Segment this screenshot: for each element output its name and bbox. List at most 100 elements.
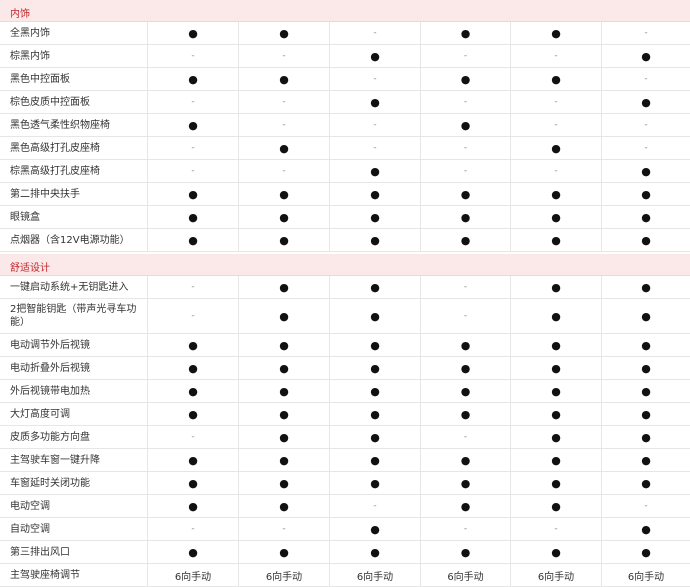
standard-dot-icon: ● (551, 72, 561, 86)
standard-dot-icon: ● (641, 210, 651, 224)
table-cell: ● (330, 229, 421, 251)
table-cell: ● (330, 45, 421, 67)
not-available-dash: - (644, 143, 648, 153)
table-cell: - (148, 426, 239, 448)
table-cell: ● (239, 137, 330, 159)
table-cell: ● (602, 299, 690, 333)
table-cell: ● (239, 426, 330, 448)
table-cell: ● (602, 276, 690, 298)
row-label: 第三排出风口 (0, 541, 148, 563)
row-label: 大灯高度可调 (0, 403, 148, 425)
table-cell: 6向手动 (511, 564, 602, 586)
standard-dot-icon: ● (551, 187, 561, 201)
row-label: 棕黑高级打孔皮座椅 (0, 160, 148, 182)
standard-dot-icon: ● (370, 49, 380, 63)
standard-dot-icon: ● (460, 210, 471, 224)
table-cell: ● (239, 68, 330, 90)
table-row: 棕黑高级打孔皮座椅 - - ● - - ● (0, 160, 690, 183)
not-available-dash: - (644, 74, 648, 84)
not-available-dash: - (191, 524, 195, 534)
table-cell: ● (511, 403, 602, 425)
table-cell: ● (239, 229, 330, 251)
table-cell: ● (421, 357, 511, 379)
section-header: 内饰 (0, 0, 690, 22)
table-cell: - (330, 68, 421, 90)
table-cell: - (421, 518, 511, 540)
not-available-dash: - (463, 51, 468, 61)
table-cell: - (602, 114, 690, 136)
table-cell: - (602, 68, 690, 90)
table-cell: ● (148, 472, 239, 494)
table-cell: ● (602, 357, 690, 379)
not-available-dash: - (463, 97, 468, 107)
table-cell: - (421, 299, 511, 333)
not-available-dash: - (644, 120, 648, 130)
not-available-dash: - (554, 97, 558, 107)
table-cell: ● (511, 276, 602, 298)
standard-dot-icon: ● (551, 430, 561, 444)
standard-dot-icon: ● (279, 545, 289, 559)
table-cell: ● (602, 472, 690, 494)
standard-dot-icon: ● (279, 453, 289, 467)
standard-dot-icon: ● (188, 72, 198, 86)
not-available-dash: - (282, 166, 286, 176)
not-available-dash: - (191, 166, 195, 176)
table-row: 全黑内饰 ● ● - ● ● - (0, 22, 690, 45)
table-cell: ● (330, 276, 421, 298)
standard-dot-icon: ● (279, 384, 289, 398)
table-row: 主驾驶座椅调节 6向手动 6向手动 6向手动 6向手动 6向手动 6向手动 (0, 564, 690, 587)
standard-dot-icon: ● (370, 187, 380, 201)
table-cell: - (421, 137, 511, 159)
standard-dot-icon: ● (551, 545, 561, 559)
not-available-dash: - (191, 311, 195, 321)
table-cell: - (421, 426, 511, 448)
table-cell: 6向手动 (239, 564, 330, 586)
table-cell: ● (148, 229, 239, 251)
table-cell: ● (511, 472, 602, 494)
standard-dot-icon: ● (279, 476, 289, 490)
table-cell: ● (148, 334, 239, 356)
standard-dot-icon: ● (641, 545, 651, 559)
not-available-dash: - (463, 524, 468, 534)
standard-dot-icon: ● (279, 338, 289, 352)
standard-dot-icon: ● (279, 187, 289, 201)
standard-dot-icon: ● (188, 118, 198, 132)
table-cell: ● (602, 45, 690, 67)
cell-value: 6向手动 (447, 571, 484, 583)
table-cell: ● (511, 183, 602, 205)
standard-dot-icon: ● (188, 187, 198, 201)
standard-dot-icon: ● (279, 26, 289, 40)
standard-dot-icon: ● (460, 26, 471, 40)
standard-dot-icon: ● (370, 210, 380, 224)
cell-value: 6向手动 (265, 571, 303, 583)
not-available-dash: - (191, 282, 195, 292)
table-cell: ● (511, 449, 602, 471)
table-cell: ● (511, 68, 602, 90)
table-cell: ● (511, 206, 602, 228)
not-available-dash: - (191, 97, 195, 107)
standard-dot-icon: ● (188, 476, 198, 490)
standard-dot-icon: ● (370, 95, 380, 109)
table-cell: - (148, 518, 239, 540)
table-cell: ● (602, 426, 690, 448)
standard-dot-icon: ● (641, 453, 651, 467)
table-cell: ● (511, 229, 602, 251)
row-label: 棕黑内饰 (0, 45, 148, 67)
not-available-dash: - (554, 51, 558, 61)
standard-dot-icon: ● (551, 338, 561, 352)
standard-dot-icon: ● (188, 233, 198, 247)
row-label: 黑色透气柔性织物座椅 (0, 114, 148, 136)
not-available-dash: - (191, 143, 195, 153)
table-cell: - (511, 45, 602, 67)
standard-dot-icon: ● (370, 545, 380, 559)
table-row: 皮质多功能方向盘 - ● ● - ● ● (0, 426, 690, 449)
standard-dot-icon: ● (641, 233, 651, 247)
standard-dot-icon: ● (279, 141, 289, 155)
table-cell: ● (421, 472, 511, 494)
standard-dot-icon: ● (551, 453, 561, 467)
table-row: 棕色皮质中控面板 - - ● - - ● (0, 91, 690, 114)
not-available-dash: - (282, 524, 286, 534)
standard-dot-icon: ● (460, 476, 471, 490)
standard-dot-icon: ● (551, 476, 561, 490)
row-label: 第二排中央扶手 (0, 183, 148, 205)
